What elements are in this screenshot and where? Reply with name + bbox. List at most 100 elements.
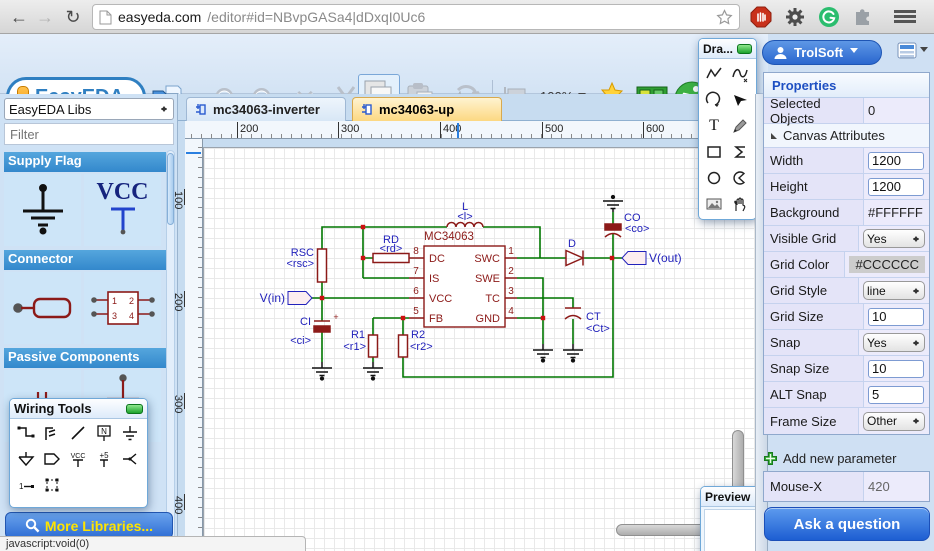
text-tool[interactable]: T [702,113,727,139]
sidebar-scrollbar[interactable] [166,150,175,551]
mouse-x-marker [457,123,459,138]
component-diode-d[interactable] [566,251,583,266]
ground-tool[interactable] [118,420,143,446]
component-resistor-r1[interactable] [369,335,378,357]
background-color-value[interactable]: #FFFFFF [868,205,923,220]
library-source-select[interactable]: EasyEDA Libs [4,98,174,120]
component-resistor-r2[interactable] [399,335,408,357]
user-account-button[interactable]: TrolSoft [762,40,882,65]
drawing-tools-panel[interactable]: Dra... T [698,38,757,220]
bookmark-star-icon[interactable] [716,9,733,26]
label-ci-value[interactable]: <ci> [290,335,311,347]
snap-select[interactable]: Yes [863,333,925,352]
arc-tool[interactable] [702,87,727,113]
image-tool[interactable] [702,191,727,217]
ic-name-label[interactable]: MC34063 [424,231,474,243]
height-input[interactable] [868,178,924,196]
drawing-tools-titlebar[interactable]: Dra... [699,39,756,59]
library-item-connector-4pin[interactable]: 1234 [84,272,161,344]
width-input[interactable] [868,152,924,170]
library-item-vcc[interactable]: VCC [84,174,161,246]
more-libraries-button[interactable]: More Libraries... [5,512,173,539]
library-filter-input[interactable] [5,127,191,142]
polyline-tool[interactable] [702,61,727,87]
section-header-supply-flag[interactable]: Supply Flag [4,152,166,172]
component-capacitor-ci[interactable] [314,321,330,332]
library-item-connector-1pin[interactable] [4,272,81,344]
pencil-tool[interactable] [728,113,753,139]
label-d[interactable]: D [568,238,576,250]
label-l-value[interactable]: <l> [457,211,472,223]
label-ci[interactable]: CI [300,316,311,328]
group-select-tool[interactable] [40,472,65,498]
canvas-attributes-header[interactable]: Canvas Attributes [764,124,929,148]
property-row-height: Height [764,174,929,200]
component-ic-mc34063[interactable]: MC34063 8 7 6 5 1 2 3 4 DC IS VCC FB SWC [413,231,514,327]
gnd-flag-tool[interactable] [14,446,39,472]
plus5-flag-tool[interactable]: +5 [92,446,117,472]
ellipse-tool[interactable] [702,165,727,191]
component-capacitor-ct[interactable] [565,308,581,319]
branch-tool[interactable] [118,446,143,472]
port-vin-shape[interactable] [288,292,312,305]
wiring-tools-panel[interactable]: Wiring Tools N VCC +5 1 [9,398,148,508]
drag-hand-tool[interactable] [728,191,753,217]
browser-forward-button[interactable]: → [32,4,58,30]
netlabel-tool[interactable]: N [92,420,117,446]
grammarly-extension-icon[interactable] [818,6,840,28]
label-rsc-value[interactable]: <rsc> [286,258,314,270]
port-vin-label[interactable]: V(in) [260,291,285,305]
label-r2[interactable]: R2 [411,329,425,341]
pin-tool[interactable]: 1 [14,472,39,498]
puzzle-extension-icon[interactable] [852,6,874,28]
minimize-button[interactable] [737,44,752,54]
frame-size-select[interactable]: Other [863,412,925,431]
wire-tool[interactable] [14,420,39,446]
grid-style-select[interactable]: line [863,281,925,300]
label-ct-value[interactable]: <Ct> [586,323,610,335]
component-inductor-l[interactable] [447,223,483,227]
browser-reload-button[interactable]: ↻ [60,4,86,30]
netport-tool[interactable] [40,446,65,472]
ground-symbol [363,362,383,380]
visible-grid-select[interactable]: Yes [863,229,925,248]
tab-mc34063-up[interactable]: mc34063-up [352,97,502,121]
section-header-connector[interactable]: Connector [4,250,166,270]
label-rd-value[interactable]: <rd> [380,243,403,255]
polygon-tool[interactable] [728,139,753,165]
vcc-flag-tool[interactable]: VCC [66,446,91,472]
snap-size-input[interactable] [868,360,924,378]
label-co-value[interactable]: <co> [625,223,649,235]
component-resistor-rsc[interactable] [318,249,327,282]
pie-arc-tool[interactable] [728,165,753,191]
tab-mc34063-inverter[interactable]: mc34063-inverter [186,97,346,121]
label-r1-value[interactable]: <r1> [343,341,366,353]
bezier-tool[interactable] [728,61,753,87]
adblock-extension-icon[interactable] [750,6,772,28]
section-header-passive[interactable]: Passive Components [4,348,166,368]
wiring-tools-titlebar[interactable]: Wiring Tools [10,399,147,419]
ask-question-button[interactable]: Ask a question [764,507,930,541]
mouse-x-label: Mouse-X [764,472,864,501]
label-r2-value[interactable]: <r2> [410,341,433,353]
grid-size-input[interactable] [868,308,924,326]
view-options-button[interactable] [897,42,928,60]
grid-color-swatch[interactable]: #CCCCCC [849,256,925,273]
port-vout-shape[interactable] [622,252,646,265]
arrow-tool[interactable] [728,87,753,113]
browser-menu-icon[interactable] [894,8,916,25]
minimize-button[interactable] [126,404,143,414]
library-item-gnd[interactable] [4,174,81,246]
settings-gear-extension-icon[interactable] [784,6,806,28]
alt-snap-input[interactable] [868,386,924,404]
browser-back-button[interactable]: ← [6,4,32,30]
line-tool[interactable] [66,420,91,446]
add-parameter-button[interactable]: Add new parameter [763,446,896,470]
schematic-drawing[interactable]: MC34063 8 7 6 5 1 2 3 4 DC IS VCC FB SWC [200,139,755,551]
port-vout-label[interactable]: V(out) [649,251,682,265]
address-bar[interactable]: easyeda.com/editor#id=NBvpGASa4|dDxqI0Uc… [92,4,740,30]
bus-tool[interactable] [40,420,65,446]
label-r1[interactable]: R1 [351,329,365,341]
rectangle-tool[interactable] [702,139,727,165]
label-ct[interactable]: CT [586,311,601,323]
